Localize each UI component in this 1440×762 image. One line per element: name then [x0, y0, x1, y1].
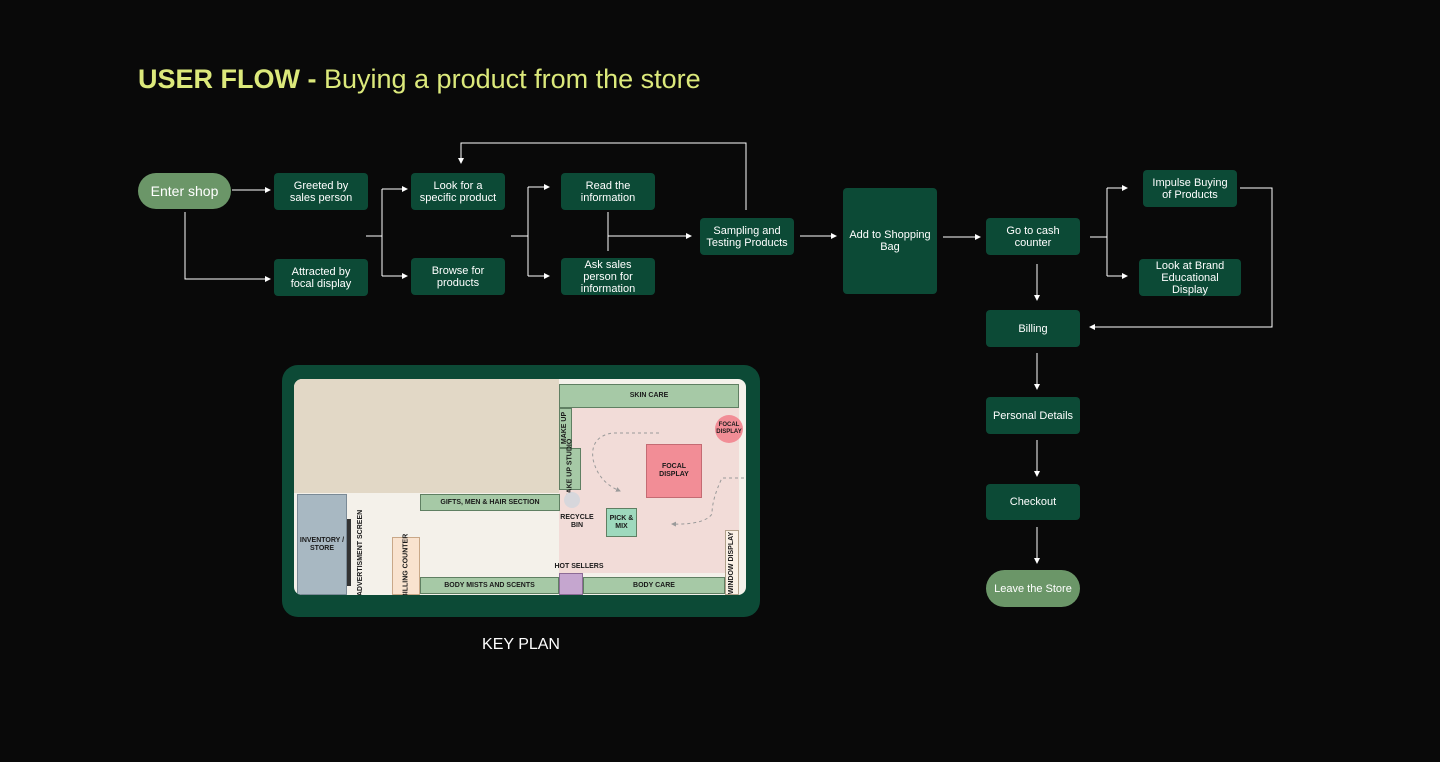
node-add-bag: Add to Shopping Bag: [843, 188, 937, 294]
node-checkout: Checkout: [986, 484, 1080, 520]
keyplan-caption: KEY PLAN: [482, 636, 560, 653]
keyplan-window-display-text: WINDOW DISPLAY: [728, 531, 736, 594]
keyplan-ad-screen: ADVERTISMENT SCREEN: [351, 509, 371, 595]
node-personal: Personal Details: [986, 397, 1080, 434]
node-impulse: Impulse Buying of Products: [1143, 170, 1237, 207]
node-browse: Browse for products: [411, 258, 505, 295]
keyplan-billing-counter-text: BILLING COUNTER: [402, 533, 409, 595]
title-rest: Buying a product from the store: [316, 64, 701, 94]
keyplan-inventory: INVENTORY / STORE: [297, 494, 347, 595]
keyplan-hot-sellers-box: [559, 573, 583, 595]
node-look-specific: Look for a specific product: [411, 173, 505, 210]
keyplan-body-care: BODY CARE: [583, 577, 725, 594]
keyplan-billing-counter: BILLING COUNTER: [392, 533, 420, 595]
node-attracted: Attracted by focal display: [274, 259, 368, 296]
keyplan-frame: SKIN CARE MAKE UP MAKE UP STUDIO FOCAL D…: [282, 365, 760, 617]
keyplan-make-up-studio: MAKE UP STUDIO: [559, 439, 581, 499]
keyplan-focal-display-small: FOCAL DISPLAY: [715, 415, 743, 443]
node-cash-counter: Go to cash counter: [986, 218, 1080, 255]
keyplan-ad-screen-text: ADVERTISMENT SCREEN: [357, 509, 364, 595]
keyplan-focal-display: FOCAL DISPLAY: [646, 444, 702, 498]
keyplan-skin-care: SKIN CARE: [559, 384, 739, 408]
keyplan-gifts-section: GIFTS, MEN & HAIR SECTION: [420, 494, 560, 511]
keyplan-body-mists: BODY MISTS AND SCENTS: [420, 577, 559, 594]
node-ask-sales: Ask sales person for information: [561, 258, 655, 295]
node-greeted: Greeted by sales person: [274, 173, 368, 210]
node-brand-display: Look at Brand Educational Display: [1139, 259, 1241, 296]
page-title: USER FLOW - Buying a product from the st…: [138, 64, 701, 95]
node-read-info: Read the information: [561, 173, 655, 210]
keyplan-make-up-studio-text: MAKE UP STUDIO: [566, 438, 574, 500]
node-billing: Billing: [986, 310, 1080, 347]
node-leave: Leave the Store: [986, 570, 1080, 607]
keyplan-recycle-bin: RECYCLE BIN: [560, 514, 594, 529]
keyplan-window-display: WINDOW DISPLAY: [725, 530, 739, 595]
keyplan-hot-sellers: HOT SELLERS: [554, 563, 604, 570]
node-sampling: Sampling and Testing Products: [700, 218, 794, 255]
keyplan-recycle-bin-icon: [564, 492, 580, 508]
keyplan-pick-mix: PICK & MIX: [606, 508, 637, 537]
keyplan-floor: SKIN CARE MAKE UP MAKE UP STUDIO FOCAL D…: [294, 379, 746, 595]
node-enter-shop: Enter shop: [138, 173, 231, 209]
title-bold: USER FLOW -: [138, 64, 317, 94]
